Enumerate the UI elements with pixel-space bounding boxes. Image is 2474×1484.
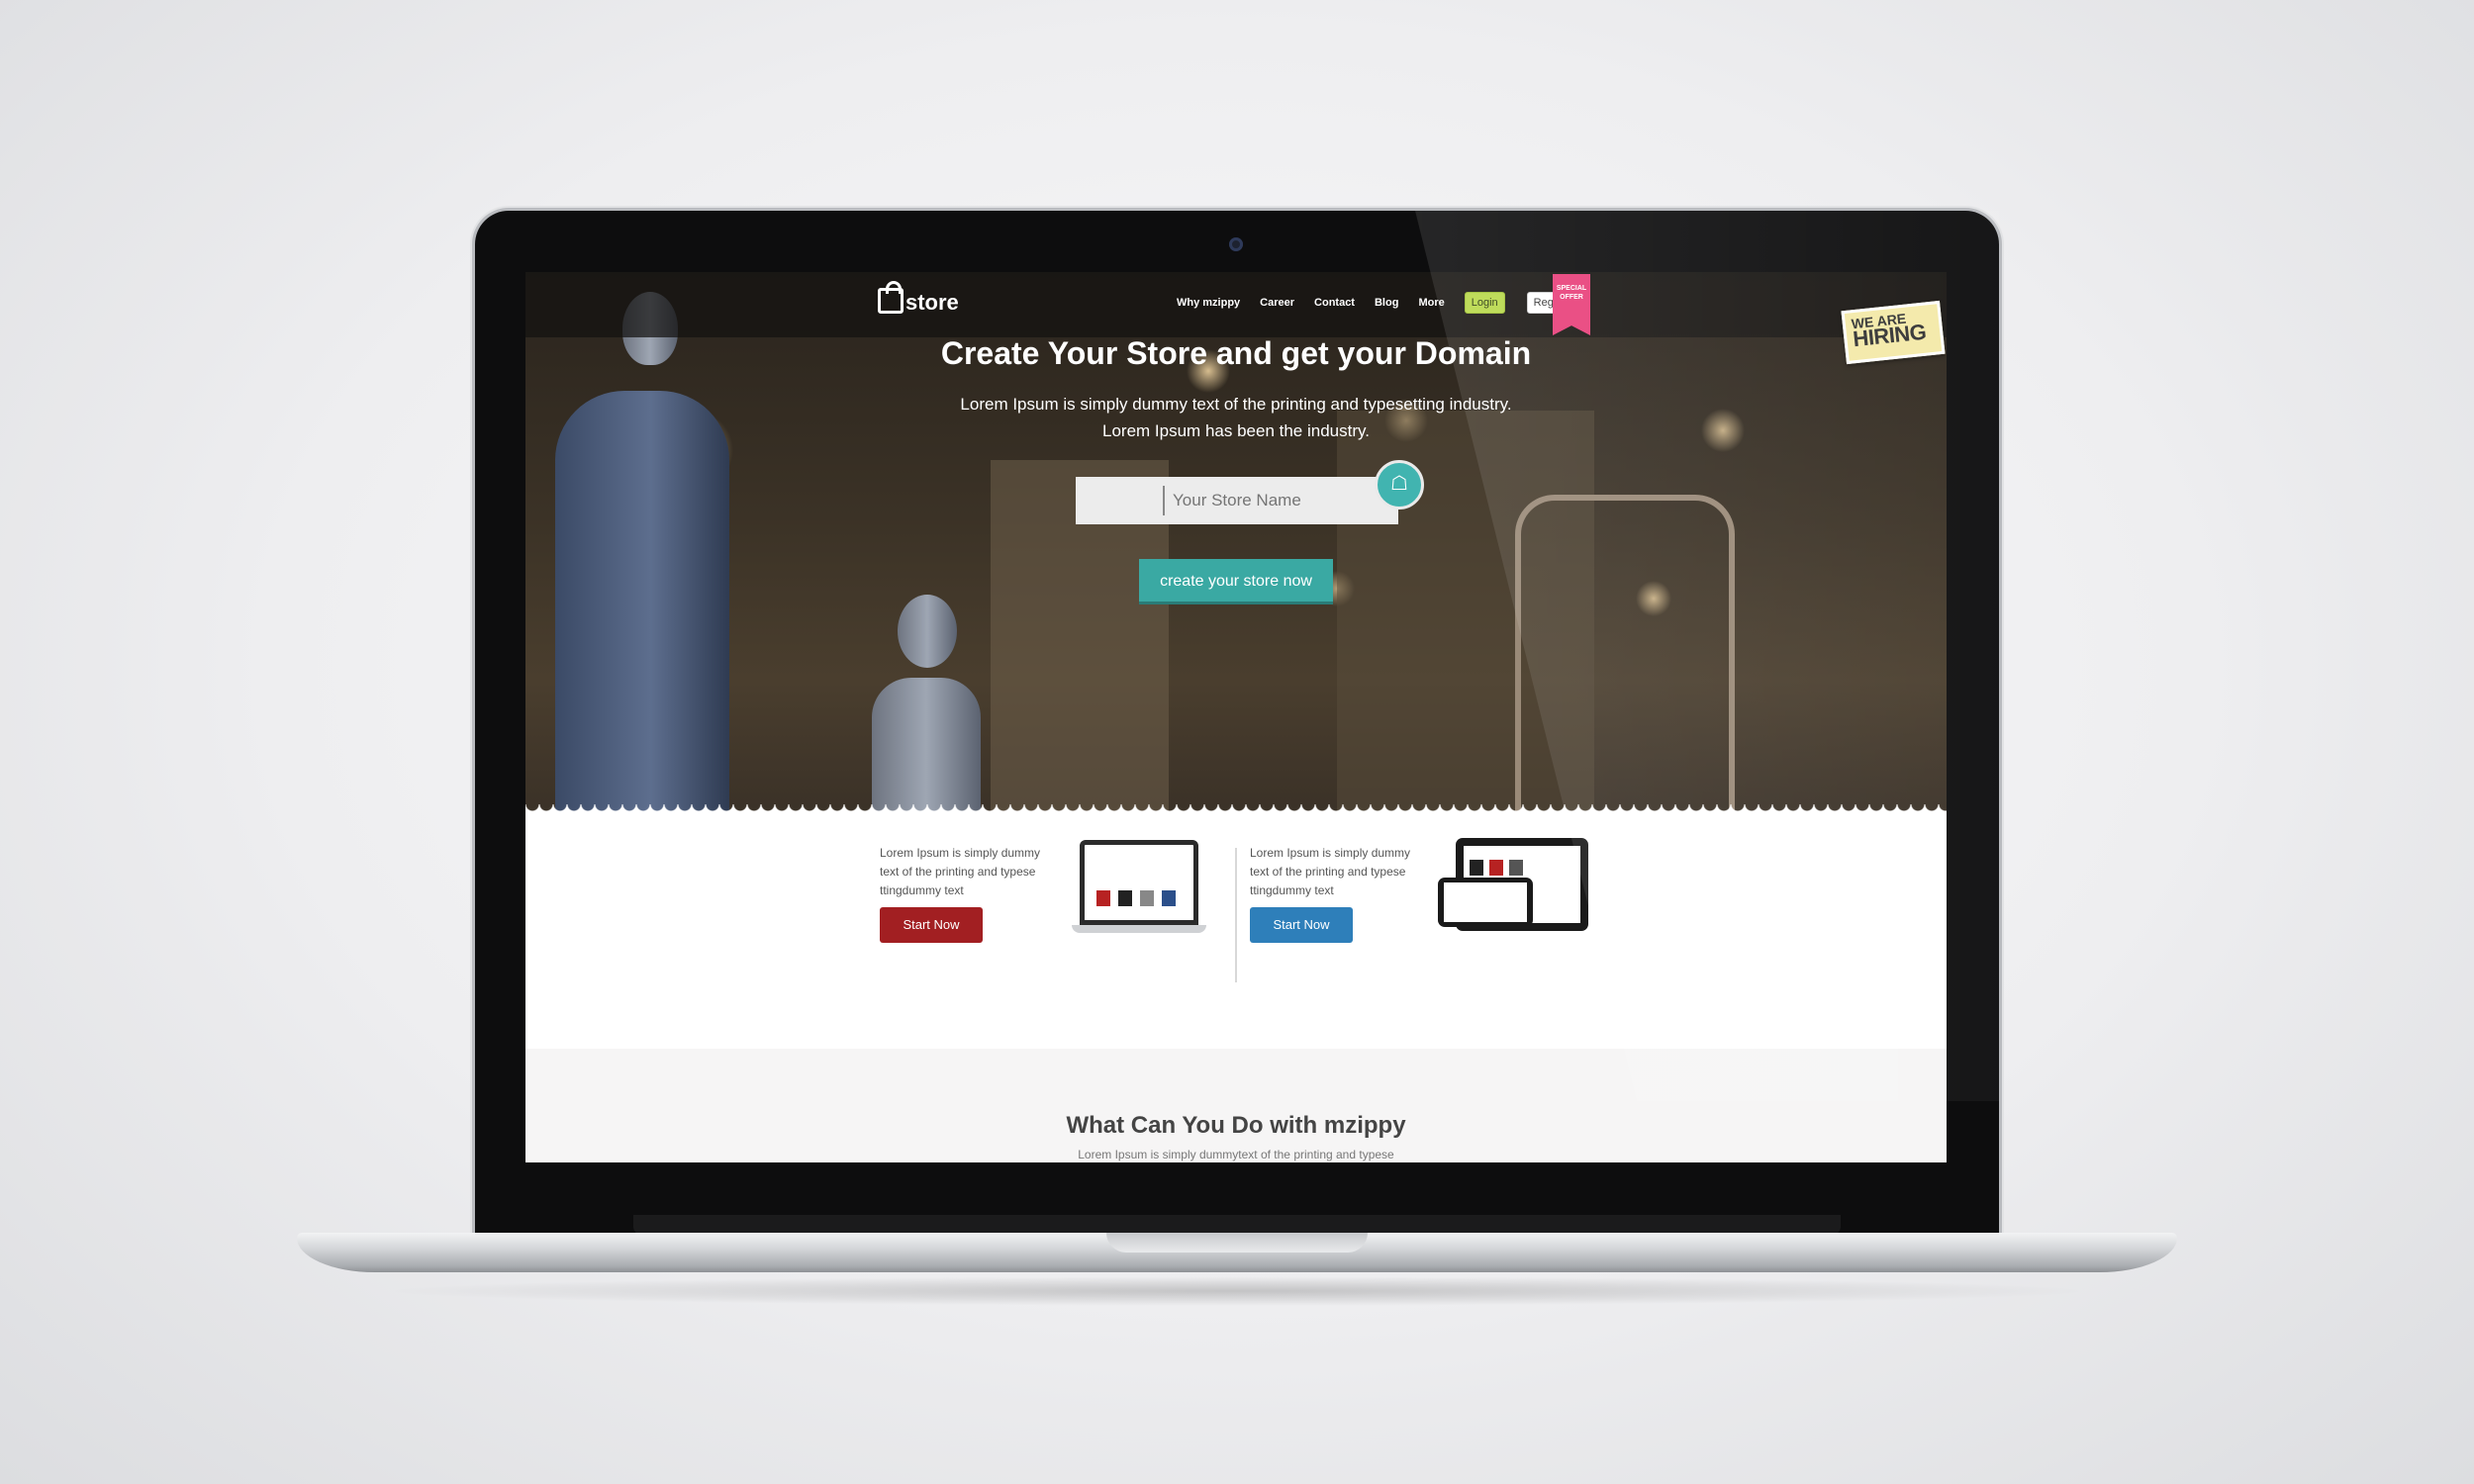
hero-title: Create Your Store and get your Domain <box>940 335 1532 371</box>
laptop-shadow <box>376 1276 2098 1306</box>
hero-subtitle-line1: Lorem Ipsum is simply dummy text of the … <box>960 395 1512 414</box>
nav-why-mzippy[interactable]: Why mzippy <box>1177 297 1240 309</box>
text-caret <box>1163 486 1165 515</box>
tshirt-icon <box>1140 890 1154 906</box>
tshirt-icon <box>1118 890 1132 906</box>
laptop-preview-base <box>1072 925 1206 933</box>
laptop-preview-image <box>1072 840 1206 939</box>
feature-divider <box>1235 848 1237 982</box>
section2-title: What Can You Do with mzippy <box>1066 1112 1406 1139</box>
create-store-button[interactable]: create your store now <box>1139 559 1333 604</box>
site-logo[interactable]: store <box>878 281 959 315</box>
logo-text: store <box>905 290 959 315</box>
special-offer-text: SPECIAL OFFER <box>1556 285 1587 301</box>
hero-mannequin-2-head <box>898 595 957 668</box>
features-section: Lorem Ipsum is simply dummy text of the … <box>525 818 1947 1036</box>
storefront-icon: ☖ <box>1375 460 1424 510</box>
phone-preview-screen <box>1444 882 1527 922</box>
site-navbar: store Why mzippy Career Contact Blog Mor… <box>525 272 1947 337</box>
laptop-notch <box>1106 1233 1368 1252</box>
nav-career[interactable]: Career <box>1260 297 1294 309</box>
nav-blog[interactable]: Blog <box>1375 297 1398 309</box>
nav-more[interactable]: More <box>1418 297 1444 309</box>
store-name-input[interactable] <box>1076 477 1398 524</box>
hero-mannequin-body <box>555 391 729 816</box>
tshirt-icon <box>1509 860 1523 876</box>
tshirt-icon <box>1162 890 1176 906</box>
hero-bg-rail <box>1515 495 1735 816</box>
what-can-you-do-section: What Can You Do with mzippy Lorem Ipsum … <box>525 1049 1947 1162</box>
shopping-bag-icon <box>878 281 904 314</box>
main-nav: Why mzippy Career Contact Blog More Logi… <box>1177 292 1581 314</box>
hero-subtitle-line2: Lorem Ipsum has been the industry. <box>1102 421 1370 440</box>
tshirt-icon <box>1096 890 1110 906</box>
scallop-edge <box>525 804 1947 816</box>
section2-subtitle: Lorem Ipsum is simply dummytext of the p… <box>1078 1148 1394 1161</box>
laptop-hinge <box>633 1215 1841 1235</box>
laptop-screen: store Why mzippy Career Contact Blog Mor… <box>525 272 1947 1162</box>
login-button[interactable]: Login <box>1464 292 1505 314</box>
tshirt-icon <box>1489 860 1503 876</box>
hero-section: store Why mzippy Career Contact Blog Mor… <box>525 272 1947 816</box>
nav-contact[interactable]: Contact <box>1314 297 1355 309</box>
tshirt-icon <box>1470 860 1483 876</box>
hero-mannequin-2-body <box>872 678 981 816</box>
feature-1-text: Lorem Ipsum is simply dummy text of the … <box>880 846 1041 897</box>
phone-preview-image <box>1438 878 1533 927</box>
feature-2-text: Lorem Ipsum is simply dummy text of the … <box>1250 846 1411 897</box>
feature-2-start-button[interactable]: Start Now <box>1250 907 1353 943</box>
feature-1-start-button[interactable]: Start Now <box>880 907 983 943</box>
laptop-preview-screen <box>1080 840 1198 925</box>
hero-subtitle: Lorem Ipsum is simply dummy text of the … <box>939 391 1533 444</box>
webcam <box>1229 237 1243 251</box>
